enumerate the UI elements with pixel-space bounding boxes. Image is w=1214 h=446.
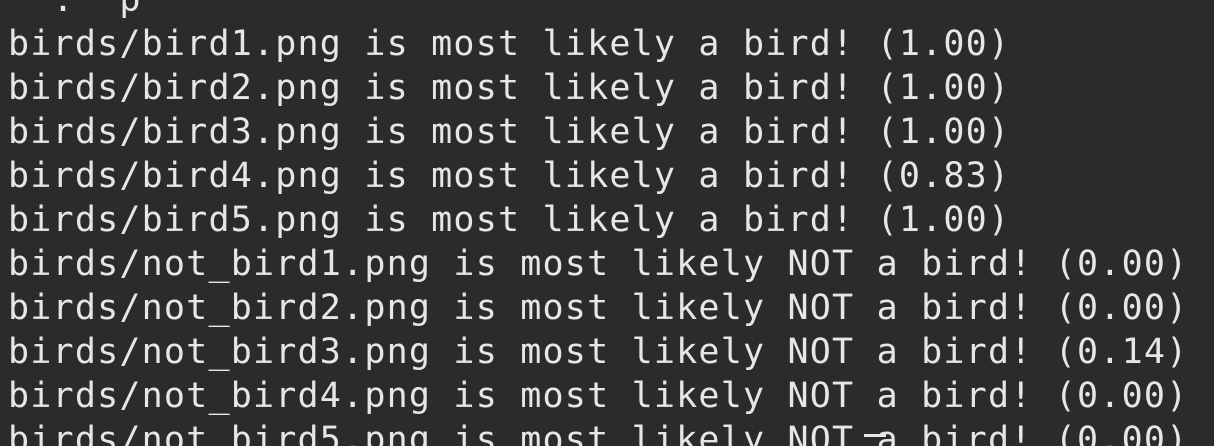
terminal-line: birds/not_bird1.png is most likely NOT a…: [8, 244, 1189, 284]
terminal-line: birds/bird3.png is most likely a bird! (…: [8, 112, 1011, 152]
terminal-partial-line: . p: [8, 0, 142, 20]
terminal-line: birds/bird2.png is most likely a bird! (…: [8, 68, 1011, 108]
terminal-line: birds/not_bird5.png is most likely NOT a…: [8, 420, 1189, 446]
terminal-line: birds/not_bird3.png is most likely NOT a…: [8, 332, 1189, 372]
terminal-line: birds/bird4.png is most likely a bird! (…: [8, 156, 1011, 196]
terminal-line: birds/not_bird2.png is most likely NOT a…: [8, 288, 1189, 328]
terminal-line: birds/bird1.png is most likely a bird! (…: [8, 24, 1011, 64]
terminal-window[interactable]: . p birds/bird1.png is most likely a bir…: [0, 0, 1214, 446]
terminal-line: birds/bird5.png is most likely a bird! (…: [8, 200, 1011, 240]
text-cursor: [864, 434, 886, 437]
terminal-line: birds/not_bird4.png is most likely NOT a…: [8, 376, 1189, 416]
terminal-output: . p birds/bird1.png is most likely a bir…: [8, 0, 1188, 446]
